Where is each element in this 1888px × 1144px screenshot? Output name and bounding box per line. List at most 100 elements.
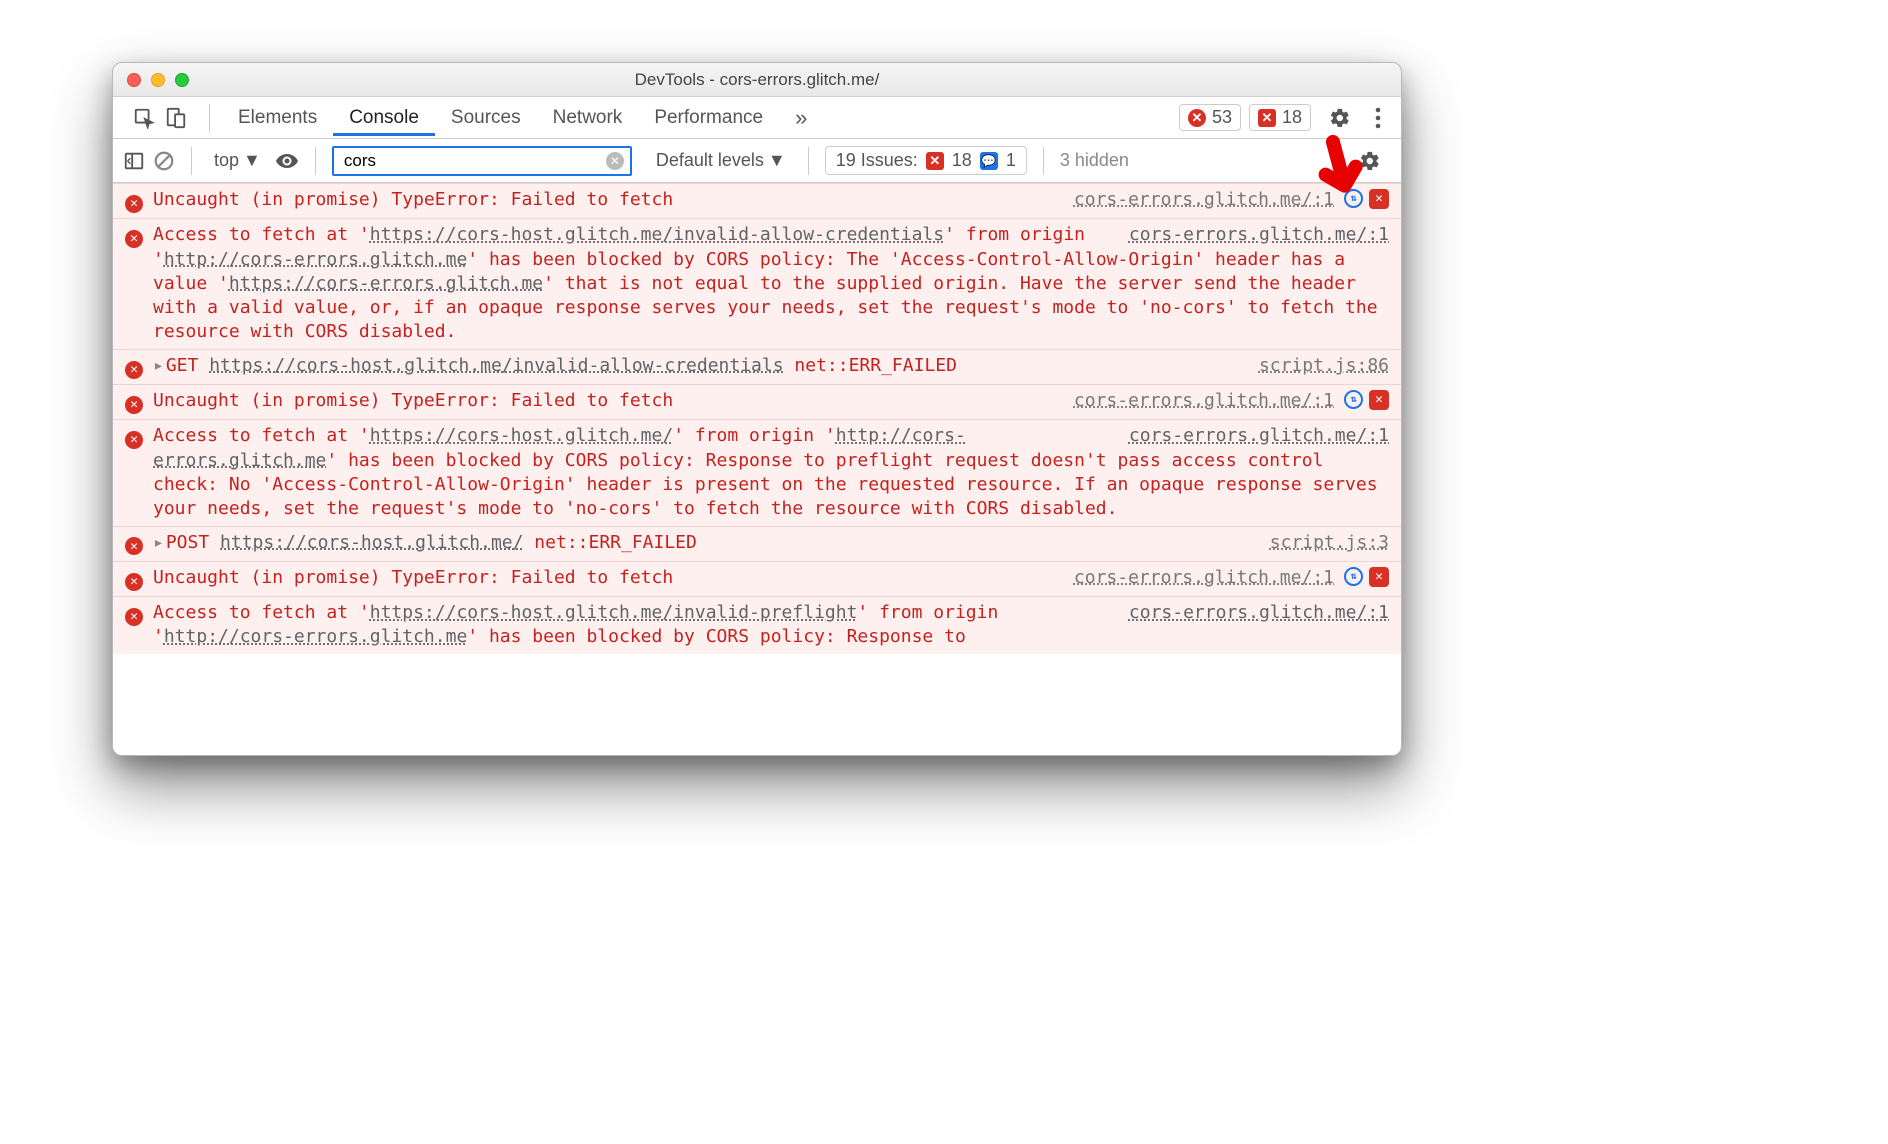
source-link[interactable]: cors-errors.glitch.me/:1 [1062, 188, 1334, 214]
console-row[interactable]: ✕ Uncaught (in promise) TypeError: Failed… [113, 384, 1401, 419]
separator [209, 104, 210, 132]
console-settings-gear-icon[interactable] [1349, 150, 1391, 172]
error-icon: ✕ [125, 431, 143, 449]
console-filter-row: top ▼ ✕ Default levels ▼ 19 Issues: ✕ 18… [113, 139, 1401, 183]
separator [808, 147, 809, 175]
url-link[interactable]: http://cors-errors.glitch.me [164, 249, 467, 270]
replay-icon[interactable]: ⇅ [1344, 390, 1363, 409]
source-link[interactable]: cors-errors.glitch.me/:1 [1129, 601, 1389, 625]
url-link[interactable]: http://cors-errors.glitch.me [164, 626, 467, 647]
error-icon: ✕ [125, 608, 143, 626]
console-row[interactable]: ✕ Uncaught (in promise) TypeError: Failed… [113, 561, 1401, 596]
filter-input[interactable] [332, 146, 632, 176]
error-icon: ✕ [125, 531, 143, 557]
issue-error-icon: ✕ [926, 152, 944, 170]
error-icon: ✕ [125, 601, 143, 650]
console-row[interactable]: ✕ ▸POST https://cors-host.glitch.me/ net:… [113, 526, 1401, 561]
separator [1043, 147, 1044, 175]
issues-error-count: 18 [952, 150, 972, 171]
issue-link-icon[interactable]: ✕ [1369, 189, 1389, 209]
dropdown-icon: ▼ [768, 150, 786, 171]
tab-elements[interactable]: Elements [222, 100, 333, 136]
issue-link-icon[interactable]: ✕ [1369, 567, 1389, 587]
message-icon: 💬 [980, 152, 998, 170]
replay-icon[interactable]: ⇅ [1344, 189, 1363, 208]
row-actions: ⇅✕ [1344, 566, 1389, 592]
tab-console[interactable]: Console [333, 100, 435, 136]
titlebar: DevTools - cors-errors.glitch.me/ [113, 63, 1401, 97]
error-count-badge[interactable]: ✕ 53 [1179, 104, 1241, 131]
devtools-window: DevTools - cors-errors.glitch.me/ Elemen… [112, 62, 1402, 756]
issues-msg-count: 1 [1006, 150, 1016, 171]
url-link[interactable]: https://cors-host.glitch.me/ [370, 425, 673, 446]
source-link[interactable]: cors-errors.glitch.me/:1 [1062, 566, 1334, 592]
expand-icon[interactable]: ▸ [153, 531, 164, 555]
http-method: POST [166, 532, 220, 553]
console-row[interactable]: ✕ cors-errors.glitch.me/:1Access to fetch… [113, 419, 1401, 525]
show-console-sidebar-icon[interactable] [123, 150, 145, 172]
inspect-element-icon[interactable] [133, 107, 155, 129]
source-link[interactable]: cors-errors.glitch.me/:1 [1129, 223, 1389, 247]
message-body: cors-errors.glitch.me/:1Access to fetch … [153, 223, 1389, 344]
tab-sources[interactable]: Sources [435, 100, 537, 136]
error-icon: ✕ [125, 195, 143, 213]
message-body: Uncaught (in promise) TypeError: Failed … [153, 389, 1052, 415]
more-menu-icon[interactable] [1365, 107, 1391, 129]
console-output[interactable]: ✕ Uncaught (in promise) TypeError: Failed… [113, 183, 1401, 755]
console-row[interactable]: ✕ Uncaught (in promise) TypeError: Failed… [113, 183, 1401, 218]
error-count: 53 [1212, 107, 1232, 128]
more-tabs-button[interactable]: » [783, 105, 819, 131]
http-method: GET [166, 355, 209, 376]
url-link[interactable]: https://cors-host.glitch.me/invalid-allo… [209, 355, 783, 376]
issues-count-badge[interactable]: ✕ 18 [1249, 104, 1311, 131]
url-link[interactable]: https://cors-host.glitch.me/invalid-allo… [370, 224, 944, 245]
error-icon: ✕ [125, 230, 143, 248]
message-body: ▸POST https://cors-host.glitch.me/ net::… [153, 531, 1248, 557]
message-body: Uncaught (in promise) TypeError: Failed … [153, 566, 1052, 592]
console-row[interactable]: ✕ cors-errors.glitch.me/:1Access to fetch… [113, 218, 1401, 348]
message-body: cors-errors.glitch.me/:1Access to fetch … [153, 424, 1389, 521]
url-link[interactable]: https://cors-errors.glitch.me [229, 273, 543, 294]
settings-gear-icon[interactable] [1319, 107, 1361, 129]
clear-filter-icon[interactable]: ✕ [606, 152, 624, 170]
message-body: Uncaught (in promise) TypeError: Failed … [153, 188, 1052, 214]
hidden-messages-label[interactable]: 3 hidden [1060, 150, 1129, 171]
issues-summary[interactable]: 19 Issues: ✕ 18 💬 1 [825, 146, 1027, 175]
issues-label: 19 Issues: [836, 150, 918, 171]
tab-performance[interactable]: Performance [638, 100, 779, 136]
error-icon: ✕ [125, 361, 143, 379]
issue-icon: ✕ [1258, 109, 1276, 127]
source-link[interactable]: cors-errors.glitch.me/:1 [1129, 424, 1389, 448]
error-icon: ✕ [125, 188, 143, 214]
device-toolbar-icon[interactable] [165, 107, 187, 129]
row-actions: ⇅✕ [1344, 188, 1389, 214]
source-link[interactable]: script.js:86 [1247, 354, 1389, 380]
clear-console-icon[interactable] [153, 150, 175, 172]
context-selector[interactable]: top ▼ [208, 148, 267, 173]
tab-network[interactable]: Network [537, 100, 639, 136]
message-body: ▸GET https://cors-host.glitch.me/invalid… [153, 354, 1237, 380]
error-icon: ✕ [125, 424, 143, 521]
error-icon: ✕ [125, 389, 143, 415]
url-link[interactable]: https://cors-host.glitch.me/ [220, 532, 523, 553]
log-levels-selector[interactable]: Default levels ▼ [650, 148, 792, 173]
message-body: cors-errors.glitch.me/:1Access to fetch … [153, 601, 1389, 650]
issues-count: 18 [1282, 107, 1302, 128]
window-title: DevTools - cors-errors.glitch.me/ [113, 70, 1401, 90]
source-link[interactable]: cors-errors.glitch.me/:1 [1062, 389, 1334, 415]
expand-icon[interactable]: ▸ [153, 354, 164, 378]
error-icon: ✕ [125, 396, 143, 414]
url-link[interactable]: https://cors-host.glitch.me/invalid-pref… [370, 602, 858, 623]
console-row[interactable]: ✕ cors-errors.glitch.me/:1Access to fetch… [113, 596, 1401, 654]
replay-icon[interactable]: ⇅ [1344, 567, 1363, 586]
source-link[interactable]: script.js:3 [1258, 531, 1389, 557]
issue-link-icon[interactable]: ✕ [1369, 390, 1389, 410]
separator [315, 147, 316, 175]
error-icon: ✕ [1188, 109, 1206, 127]
console-row[interactable]: ✕ ▸GET https://cors-host.glitch.me/invali… [113, 349, 1401, 384]
separator [191, 147, 192, 175]
context-label: top [214, 150, 239, 171]
levels-label: Default levels [656, 150, 764, 171]
error-icon: ✕ [125, 537, 143, 555]
live-expression-eye-icon[interactable] [275, 149, 299, 173]
